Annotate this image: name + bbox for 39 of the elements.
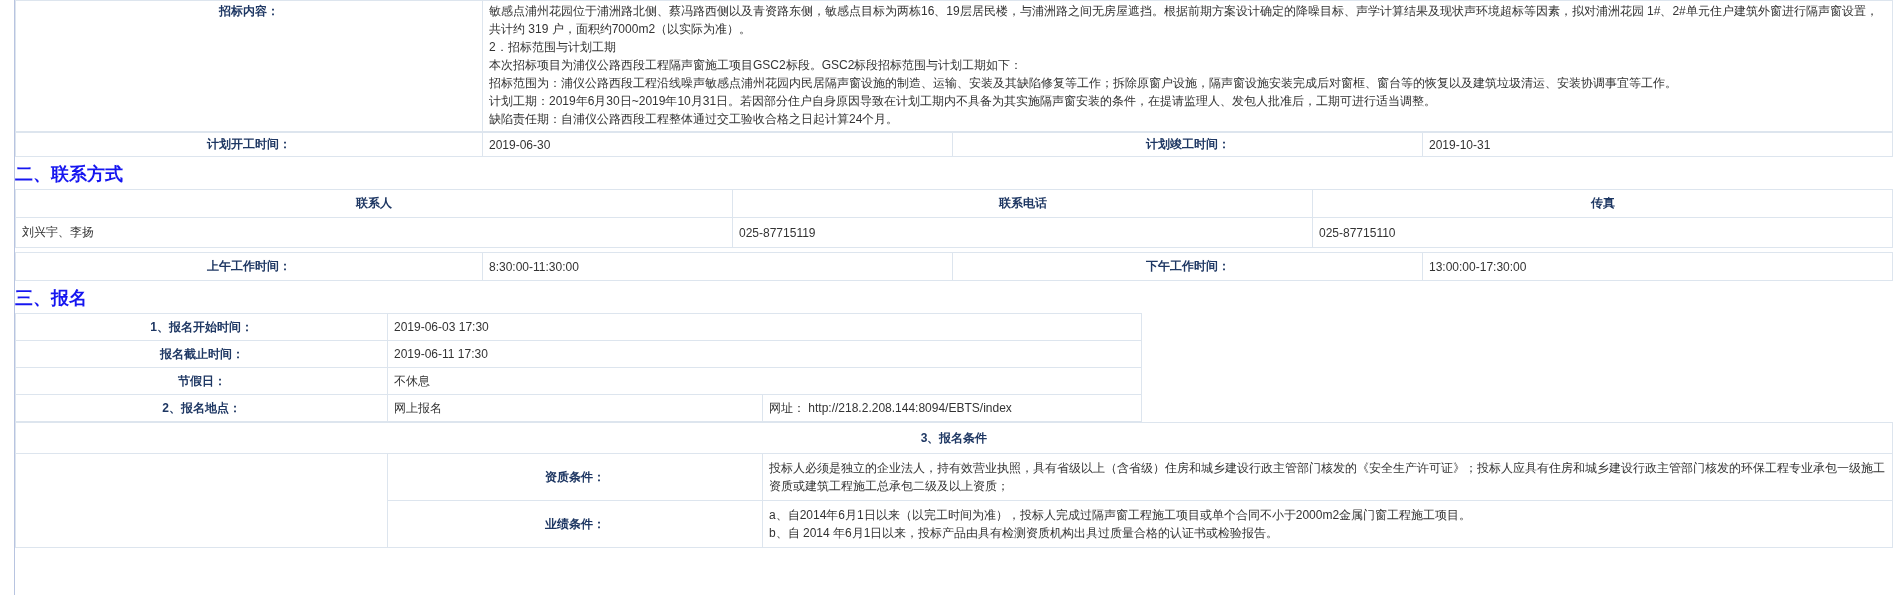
field-label: 报名截止时间： (15, 340, 388, 368)
content-text: 计划工期：2019年6月30日~2019年10月31日。若因部分住户自身原因导致在计划工期内不具备为其实施隔声窗安装的条件，在提请监理人、发包人批准后，工期可进行适当调整。 (489, 93, 1438, 110)
table-cell: 025-87715119 (732, 217, 1313, 248)
column-header: 传真 (1312, 189, 1893, 218)
column-header: 联系电话 (732, 189, 1313, 218)
field-value: 8:30:00-11:30:00 (482, 252, 953, 281)
field-label: 业绩条件： (387, 500, 763, 548)
field-label: 招标内容： (15, 0, 483, 132)
condition-text: a、自2014年6月1日以来（以完工时间为准），投标人完成过隔声窗工程施工项目或单个合同不小于2000m2金属门窗工程施工项目。 (769, 507, 1473, 524)
field-label: 1、报名开始时间： (15, 313, 388, 341)
table-cell: 025-87715110 (1312, 217, 1893, 248)
field-label: 节假日： (15, 367, 388, 395)
section-heading: 二、联系方式 (15, 163, 124, 185)
field-label: 资质条件： (387, 453, 763, 501)
content-text: 共计约 319 户，面积约7000m2（以实际为准）。 (489, 21, 753, 38)
field-value: 13:00:00-17:30:00 (1422, 252, 1893, 281)
section-heading: 三、报名 (15, 287, 88, 309)
field-label: 2、报名地点： (15, 394, 388, 422)
content-text: 敏感点浦州花园位于浦洲路北侧、蔡冯路西侧以及青资路东侧，敏感点目标为两栋16、19层居民楼，与浦洲路之间无房屋遮挡。根据前期方案设计确定的降噪目标、声学计算结果及现状声环境超标等因素，拟对浦洲花园 1#、2#单元住户建筑外窗进行隔声窗设置， (489, 3, 1879, 20)
field-label: 下午工作时间： (952, 252, 1423, 281)
content-text: 本次招标项目为浦仪公路西段工程隔声窗施工项目GSC2标段。GSC2标段招标范围与计划工期如下： (489, 57, 1024, 74)
condition-text: b、自 2014 年6月1日以来，投标产品由具有检测资质机构出具过质量合格的认证书或检验报告。 (769, 525, 1280, 542)
subsection-title: 3、报名条件 (15, 422, 1893, 454)
field-label: 上午工作时间： (15, 252, 483, 281)
table-cell: 刘兴宇、李扬 (15, 217, 733, 248)
content-text: 招标范围为：浦仪公路西段工程沿线噪声敏感点浦州花园内民居隔声窗设施的制造、运输、安装及其缺陷修复等工作；拆除原窗户设施，隔声窗设施安装完成后对窗框、窗台等的恢复以及建筑垃圾清运、安装协调事宜等工作。 (489, 75, 1678, 92)
field-value: 2019-06-03 17:30 (387, 313, 1142, 341)
field-value: 2019-06-30 (482, 132, 953, 157)
website-address: 网址： http://218.2.208.144:8094/EBTS/index (762, 394, 1142, 422)
content-text: 缺陷责任期：自浦仪公路西段工程整体通过交工验收合格之日起计算24个月。 (489, 111, 900, 128)
field-label: 计划竣工时间： (952, 132, 1423, 157)
field-value: 2019-06-11 17:30 (387, 340, 1142, 368)
field-value: 不休息 (387, 367, 1142, 395)
condition-text: 投标人必须是独立的企业法人，持有效营业执照，具有省级以上（含省级）住房和城乡建设行政主管部门核发的《安全生产许可证》；投标人应具有住房和城乡建设行政主管部门核发的环保工程专业承包一级施工资质或建筑工程施工总承包二级及以上资质； (769, 460, 1886, 495)
column-header: 联系人 (15, 189, 733, 218)
field-value: 2019-10-31 (1422, 132, 1893, 157)
field-label: 计划开工时间： (15, 132, 483, 157)
content-text: 2．招标范围与计划工期 (489, 39, 617, 56)
field-value: 网上报名 (387, 394, 763, 422)
